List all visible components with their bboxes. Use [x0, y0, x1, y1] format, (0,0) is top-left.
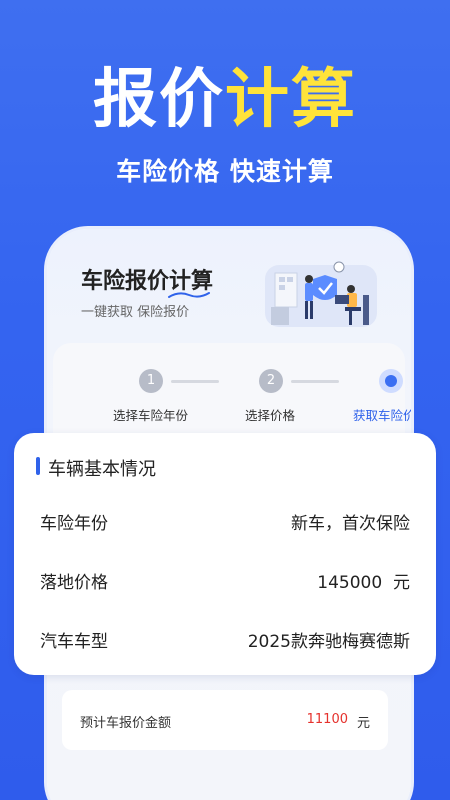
- step-connector: [291, 380, 339, 383]
- step-3-label: 获取车险价格: [353, 408, 411, 423]
- hero-subtitle: 车险价格 快速计算: [116, 157, 334, 186]
- step-2-label: 选择价格: [245, 408, 296, 423]
- step-3-indicator: [379, 369, 403, 393]
- estimate-unit: 元: [356, 716, 370, 731]
- row-label-price: 落地价格: [40, 573, 108, 593]
- row-label-car-model: 汽车车型: [40, 632, 108, 652]
- row-value-car-model[interactable]: 2025款奔驰梅赛德斯: [248, 627, 410, 652]
- step-1-indicator: 1: [139, 369, 163, 393]
- row-label-insurance-year: 车险年份: [40, 514, 108, 534]
- step-1-label: 选择车险年份: [113, 408, 189, 423]
- step-connector: [171, 380, 219, 383]
- row-value-insurance-year[interactable]: 新车，首次保险: [291, 509, 410, 534]
- step-2-indicator: 2: [259, 369, 283, 393]
- vehicle-info-heading: 车辆基本情况: [48, 459, 156, 480]
- section-accent-bar: [36, 457, 40, 475]
- hero-title-white: 报价: [93, 63, 225, 137]
- insurance-illustration-icon: [265, 261, 377, 327]
- estimate-amount: 11100: [306, 712, 348, 727]
- hero-title-yellow: 计算: [225, 63, 357, 137]
- phone-subtitle: 一键获取 保险报价: [81, 305, 190, 320]
- hero-title: 报价计算: [0, 60, 450, 140]
- estimate-label: 预计车报价金额: [80, 716, 172, 731]
- estimate-card: 预计车报价金额 11100 元: [62, 690, 388, 750]
- row-value-price[interactable]: 145000 元: [317, 568, 410, 593]
- vehicle-info-card: 车辆基本情况 车险年份 新车，首次保险 落地价格 145000 元 汽车车型 2…: [14, 433, 436, 675]
- title-underline-icon: [168, 292, 210, 298]
